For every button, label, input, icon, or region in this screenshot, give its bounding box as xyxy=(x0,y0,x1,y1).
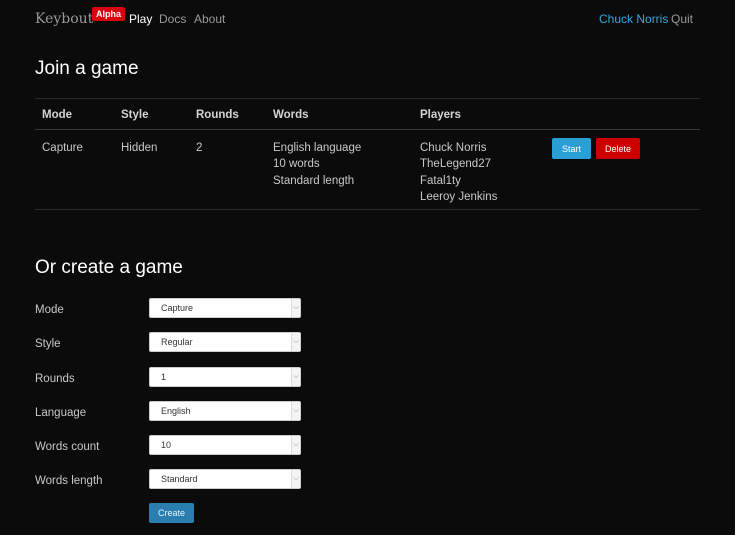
player-name: Fatal1ty xyxy=(420,174,461,187)
player-name: TheLegend27 xyxy=(420,158,491,171)
games-table: Mode Style Rounds Words Players Capture … xyxy=(35,98,700,210)
style-select[interactable]: Regular ⌵ xyxy=(149,332,301,352)
mode-select-value: Capture xyxy=(161,303,194,313)
words-count-select[interactable]: 10 ⌵ xyxy=(149,435,301,455)
player-name: Leeroy Jenkins xyxy=(420,190,498,203)
nav-link-docs[interactable]: Docs xyxy=(159,12,186,26)
words-count-select-value: 10 xyxy=(161,440,172,450)
language-select[interactable]: English ⌵ xyxy=(149,401,301,421)
game-mode: Capture xyxy=(42,142,83,154)
game-words-language: English language xyxy=(273,142,362,154)
nav-link-play[interactable]: Play xyxy=(129,12,152,26)
nav-link-about[interactable]: About xyxy=(194,12,225,26)
words-count-label: Words count xyxy=(35,441,100,453)
alpha-badge: Alpha xyxy=(92,7,126,21)
words-length-select-value: Standard xyxy=(161,474,198,484)
style-label: Style xyxy=(35,338,61,350)
words-length-select[interactable]: Standard ⌵ xyxy=(149,469,301,489)
chevron-down-icon: ⌵ xyxy=(291,436,300,454)
rounds-label: Rounds xyxy=(35,373,75,385)
chevron-down-icon: ⌵ xyxy=(291,470,300,488)
words-length-label: Words length xyxy=(35,475,103,487)
table-header: Mode Style Rounds Words Players xyxy=(35,98,700,130)
game-rounds: 2 xyxy=(196,142,203,154)
mode-label: Mode xyxy=(35,304,64,316)
rounds-select[interactable]: 1 ⌵ xyxy=(149,367,301,387)
chevron-down-icon: ⌵ xyxy=(291,299,300,317)
start-button[interactable]: Start xyxy=(552,138,591,159)
game-words-count: 10 words xyxy=(273,158,320,171)
delete-button[interactable]: Delete xyxy=(596,138,640,159)
navbar: Keybout Alpha Play Docs About Chuck Norr… xyxy=(0,0,735,38)
column-header-players: Players xyxy=(420,109,461,121)
nav-quit-link[interactable]: Quit xyxy=(671,12,693,26)
chevron-down-icon: ⌵ xyxy=(291,333,300,351)
column-header-mode: Mode xyxy=(42,109,73,121)
game-words-length: Standard length xyxy=(273,174,355,187)
brand-logo[interactable]: Keybout xyxy=(35,11,93,27)
language-select-value: English xyxy=(161,406,191,416)
game-words: English language 10 words Standard lengt… xyxy=(273,140,361,189)
rounds-select-value: 1 xyxy=(161,372,167,382)
column-header-words: Words xyxy=(273,109,309,121)
style-select-value: Regular xyxy=(161,337,193,347)
chevron-down-icon: ⌵ xyxy=(291,402,300,420)
nav-user-link[interactable]: Chuck Norris xyxy=(599,12,668,26)
player-name: Chuck Norris xyxy=(420,142,487,154)
column-header-style: Style xyxy=(121,109,149,121)
table-row: Capture Hidden 2 English language 10 wor… xyxy=(35,130,700,210)
join-game-title: Join a game xyxy=(35,58,139,79)
column-header-rounds: Rounds xyxy=(196,109,239,121)
mode-select[interactable]: Capture ⌵ xyxy=(149,298,301,318)
game-style: Hidden xyxy=(121,142,158,154)
chevron-down-icon: ⌵ xyxy=(291,368,300,386)
create-game-title: Or create a game xyxy=(35,257,183,278)
create-button[interactable]: Create xyxy=(149,503,194,523)
game-players: Chuck Norris TheLegend27 Fatal1ty Leeroy… xyxy=(420,140,497,205)
language-label: Language xyxy=(35,407,87,419)
